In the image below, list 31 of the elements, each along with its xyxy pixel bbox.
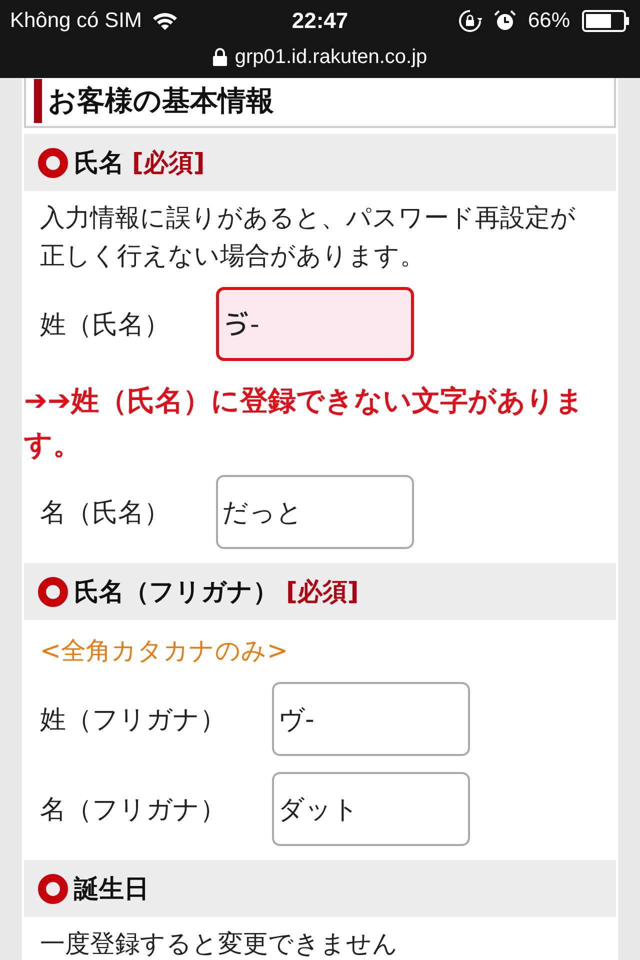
required-tag: [必須] (286, 575, 359, 608)
section-title: 氏名（フリガナ） (74, 576, 278, 608)
note-text: 一度登録すると変更できません (39, 928, 399, 960)
field-label: 名（フリガナ） (40, 794, 226, 826)
carrier-text: Không có SIM (10, 9, 142, 33)
ring-bullet-icon (38, 576, 68, 606)
lock-icon (212, 48, 227, 66)
field-label: 名（氏名） (40, 496, 170, 530)
text-field[interactable]: ヴ- (272, 682, 470, 756)
rotation-lock-icon (458, 9, 482, 33)
field-label: 姓（フリガナ） (40, 704, 226, 736)
clock-text: 22:47 (292, 8, 348, 34)
section-title: 氏名 (74, 147, 124, 179)
error-message: ➔➔姓（氏名）に登録できない文字があります。 (24, 383, 585, 463)
section-title: 誕生日 (74, 873, 149, 905)
ring-bullet-icon (38, 874, 68, 904)
accent-bar (34, 79, 42, 123)
hint-text: <全角カタカナのみ> (39, 635, 289, 667)
page-title: お客様の基本情報 (48, 83, 274, 119)
url-text[interactable]: grp01.id.rakuten.co.jp (234, 46, 428, 68)
text-field[interactable]: ダット (272, 772, 470, 846)
alarm-icon (494, 10, 516, 32)
ring-bullet-icon (38, 148, 68, 178)
note-text: 入力情報に誤りがあると、パスワード再設定が正しく行えない場合があります。 (39, 202, 577, 272)
text-field[interactable]: だっと (216, 475, 414, 549)
battery-icon (582, 10, 630, 32)
text-field[interactable]: ゔ- (216, 287, 414, 361)
wifi-icon (152, 11, 178, 31)
field-label: 姓（氏名） (40, 308, 170, 342)
battery-percent: 66% (528, 9, 570, 33)
required-tag: [必須] (132, 146, 205, 179)
